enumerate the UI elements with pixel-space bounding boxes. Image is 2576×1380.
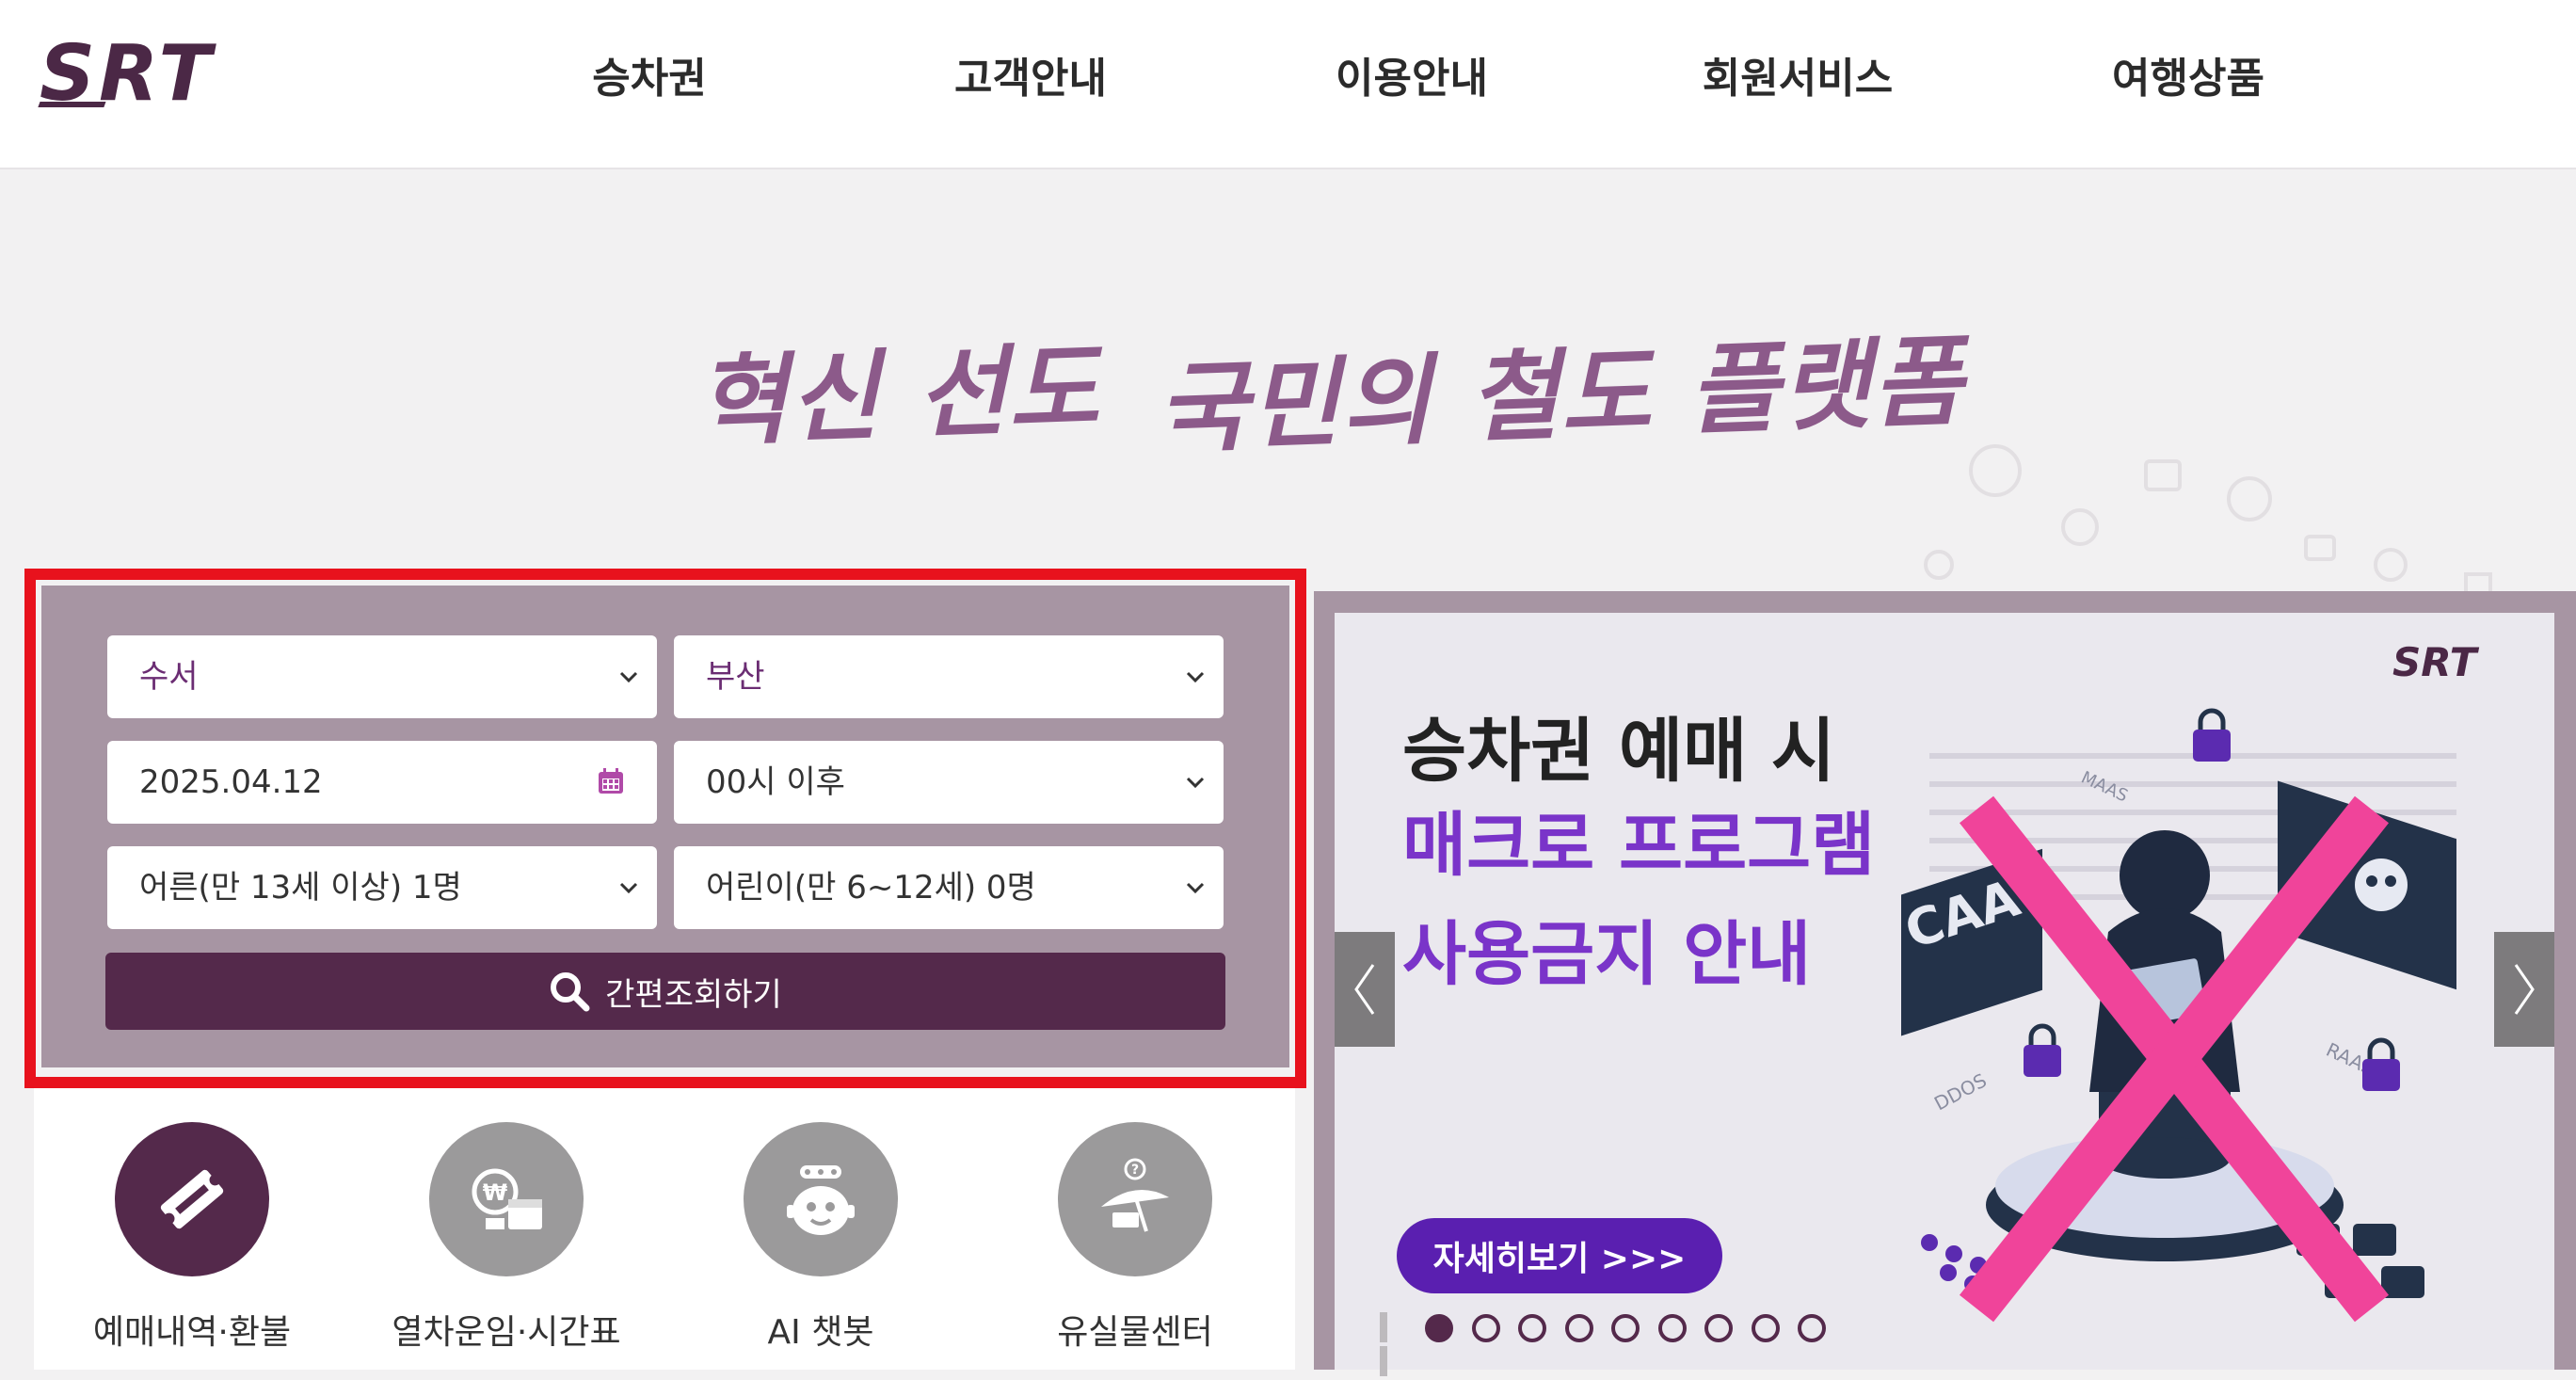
banner-pause-button[interactable] <box>1380 1312 1404 1376</box>
slogan-part-2: 국민의 철도 플랫폼 <box>1155 322 1966 467</box>
banner-page-dot-3[interactable] <box>1518 1314 1546 1342</box>
banner-prev-button[interactable] <box>1335 932 1395 1047</box>
nav-member-service[interactable]: 회원서비스 <box>1685 49 1911 109</box>
date-input[interactable]: 2025.04.12 <box>107 741 657 824</box>
quick-menu-fare-timetable[interactable]: ₩ 열차운임·시간표 <box>365 1122 648 1370</box>
banner-headline-2: 매크로 프로그램 <box>1402 805 1876 886</box>
banner-detail-button[interactable]: 자세히보기 >>> <box>1397 1218 1722 1293</box>
banner-page-dot-5[interactable] <box>1611 1314 1640 1342</box>
quick-search-label: 간편조회하기 <box>605 975 782 1014</box>
slogan-part-1: 혁신 선도 <box>695 329 1103 459</box>
banner-page-dot-2[interactable] <box>1471 1314 1500 1342</box>
quick-search-button[interactable]: 간편조회하기 <box>105 953 1225 1030</box>
svg-text:?: ? <box>1131 1163 1139 1178</box>
svg-text:SRT: SRT <box>40 36 217 111</box>
banner-page-dot-8[interactable] <box>1751 1314 1780 1342</box>
nav-customer-guide[interactable]: 고객안내 <box>932 49 1129 109</box>
search-icon <box>551 972 590 1012</box>
nav-ticket[interactable]: 승차권 <box>565 49 734 109</box>
fare-calendar-icon: ₩ <box>472 1168 542 1229</box>
arrival-select[interactable]: 부산 <box>674 635 1224 718</box>
chevron-down-icon <box>619 882 638 894</box>
chevron-down-icon <box>1186 671 1205 683</box>
child-count-value: 어린이(만 6~12세) 0명 <box>706 869 1036 907</box>
calendar-icon[interactable] <box>597 767 625 795</box>
chevron-right-icon <box>2514 964 2535 1015</box>
decorative-icons <box>1924 444 2492 595</box>
time-value: 00시 이후 <box>706 763 845 801</box>
banner-page-dot-9[interactable] <box>1798 1314 1826 1342</box>
adult-count-value: 어른(만 13세 이상) 1명 <box>139 869 462 907</box>
departure-select[interactable]: 수서 <box>107 635 657 718</box>
adult-count-select[interactable]: 어른(만 13세 이상) 1명 <box>107 846 657 929</box>
departure-value: 수서 <box>139 658 199 696</box>
quick-menu-icon-circle: ? <box>1058 1122 1212 1276</box>
site-header: SRT 승차권 고객안내 이용안내 회원서비스 여행상품 <box>0 0 2576 169</box>
art-label-ddos: DDOS <box>1930 1068 1991 1115</box>
chevron-down-icon <box>1186 882 1205 894</box>
banner-page-dot-7[interactable] <box>1704 1314 1733 1342</box>
pause-icon <box>1380 1312 1387 1342</box>
ticket-icon <box>160 1169 224 1229</box>
quick-menu-label: 예매내역·환불 <box>92 1313 292 1352</box>
svg-text:SRT: SRT <box>2392 640 2480 682</box>
child-count-select[interactable]: 어린이(만 6~12세) 0명 <box>674 846 1224 929</box>
nav-travel-products[interactable]: 여행상품 <box>2089 49 2287 109</box>
svg-text:₩: ₩ <box>483 1179 508 1206</box>
chevron-left-icon <box>1354 964 1375 1015</box>
time-select[interactable]: 00시 이후 <box>674 741 1224 824</box>
arrival-value: 부산 <box>706 658 765 696</box>
banner-page-dot-4[interactable] <box>1564 1314 1593 1342</box>
banner-page-dot-6[interactable] <box>1657 1314 1687 1342</box>
quick-menu-ai-chatbot[interactable]: AI 챗봇 <box>680 1122 962 1370</box>
srt-logo[interactable]: SRT <box>36 36 276 111</box>
date-value: 2025.04.12 <box>139 763 323 801</box>
quick-menu-reservation[interactable]: 예매내역·환불 <box>51 1122 333 1370</box>
chevron-down-icon <box>619 671 638 683</box>
banner-srt-logo: SRT <box>2392 640 2480 682</box>
quick-menu-icon-circle <box>744 1122 898 1276</box>
slogan: 혁신 선도 국민의 철도 플랫폼 <box>695 306 1966 467</box>
banner-next-button[interactable] <box>2494 932 2554 1047</box>
macro-ban-illustration: CAA MAAS DDOS RAAS <box>1898 708 2456 1323</box>
quick-menu-label: AI 챗봇 <box>767 1313 874 1352</box>
banner-page-dot-1[interactable] <box>1425 1314 1453 1342</box>
quick-menu-lost-found[interactable]: ? 유실물센터 <box>994 1122 1276 1370</box>
banner-headline-1: 승차권 예매 시 <box>1402 711 1836 792</box>
art-label-maas: MAAS <box>2078 767 2131 806</box>
quick-menu-icon-circle <box>115 1122 269 1276</box>
quick-menu-label: 유실물센터 <box>1057 1313 1213 1352</box>
chevron-down-icon <box>1186 777 1205 789</box>
banner-headline-3: 사용금지 안내 <box>1402 914 1812 995</box>
quick-menu-icon-circle: ₩ <box>429 1122 584 1276</box>
umbrella-icon: ? <box>1101 1158 1169 1232</box>
quick-menu-label: 열차운임·시간표 <box>392 1313 621 1352</box>
robot-icon <box>787 1165 855 1235</box>
pause-icon <box>1380 1346 1387 1376</box>
nav-usage-guide[interactable]: 이용안내 <box>1313 49 1511 109</box>
